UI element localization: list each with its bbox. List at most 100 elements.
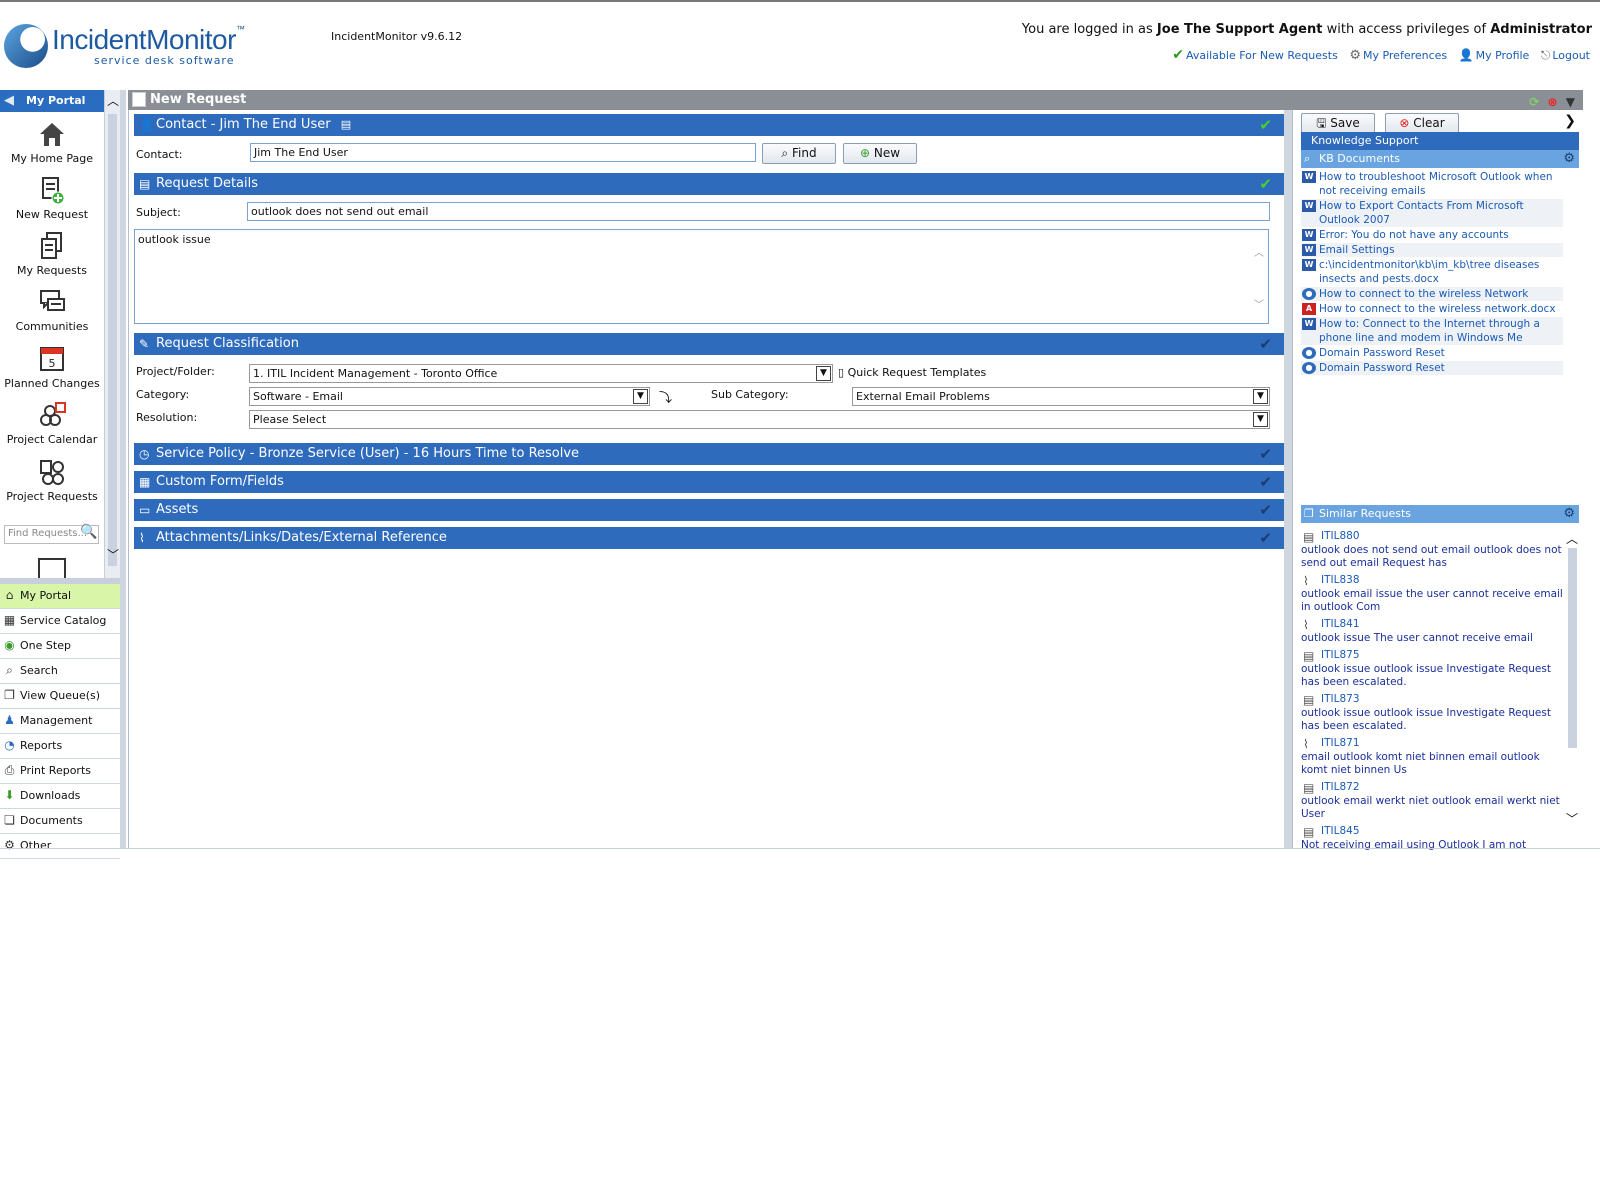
contact-section-header[interactable]: 👤 Contact - Jim The End User ▤ ✔ <box>134 114 1284 136</box>
refresh-icon[interactable]: ⟳ <box>1529 95 1539 109</box>
clock-icon: ◷ <box>139 447 150 461</box>
kb-document[interactable]: ● How to connect to the wireless Network <box>1301 287 1563 301</box>
nav-my-portal[interactable]: ⌂ My Portal <box>0 584 120 609</box>
project-select[interactable]: 1. ITIL Incident Management - Toronto Of… <box>249 364 833 383</box>
resolution-label: Resolution: <box>136 411 198 424</box>
left-panel-scrollbar[interactable]: ︿ ﹀ <box>104 90 120 578</box>
kb-document[interactable]: W Email Settings <box>1301 243 1563 257</box>
portal-item-my-requests[interactable]: My Requests <box>0 230 104 277</box>
nav-downloads[interactable]: ⬇ Downloads <box>0 784 120 809</box>
kb-document[interactable]: W Error: You do not have any accounts <box>1301 228 1563 242</box>
scroll-thumb[interactable] <box>1568 548 1577 748</box>
similar-requests-header: ❐ Similar Requests ⚙ <box>1301 505 1579 523</box>
gear-icon[interactable]: ⚙ <box>1563 150 1575 168</box>
collapse-left-arrow-icon[interactable]: ◀ <box>4 90 14 112</box>
description-textarea[interactable]: outlook issue ︿ ﹀ <box>134 229 1269 324</box>
save-button[interactable]: 🖫 Save <box>1301 113 1375 134</box>
collapse-right-chevron-icon[interactable]: ❯ <box>1564 113 1576 129</box>
close-icon[interactable]: ⊗ <box>1548 95 1558 109</box>
category-select[interactable]: Software - Email ▼ <box>249 387 650 406</box>
custom-form-section-header[interactable]: ▦ Custom Form/Fields ✔ <box>134 471 1284 493</box>
project-requests-icon <box>40 460 64 485</box>
preferences-link[interactable]: My Preferences <box>1363 49 1447 62</box>
profile-link[interactable]: My Profile <box>1476 49 1530 62</box>
portal-item-home[interactable]: My Home Page <box>0 118 104 165</box>
kb-document[interactable]: A How to connect to the wireless network.… <box>1301 302 1563 316</box>
similar-request-id-link[interactable]: ▤ ITIL873 <box>1301 691 1563 707</box>
find-requests-search-icon[interactable]: 🔍 <box>80 524 97 540</box>
paperclip-icon: ⌇ <box>1303 737 1309 751</box>
scroll-down-chevron-icon[interactable]: ﹀ <box>1566 810 1578 827</box>
scroll-up-chevron-icon[interactable]: ︿ <box>1566 530 1578 547</box>
classification-section-header[interactable]: ✎ Request Classification ✔ <box>134 333 1284 355</box>
nav-search[interactable]: ⌕ Search <box>0 659 120 684</box>
drill-down-arrow-icon[interactable]: ⤵ <box>659 387 672 406</box>
right-splitter[interactable] <box>1284 110 1292 848</box>
similar-request-id-link[interactable]: ⌇ ITIL871 <box>1301 735 1563 751</box>
chevron-down-icon[interactable]: ▼ <box>1253 389 1268 404</box>
scroll-up-chevron-icon[interactable]: ︿ <box>107 92 119 109</box>
similar-request-id-link[interactable]: ▤ ITIL880 <box>1301 528 1563 544</box>
nav-one-step[interactable]: ◉ One Step <box>0 634 120 659</box>
download-icon: ⬇ <box>4 788 15 802</box>
chevron-down-icon[interactable]: ▼ <box>1566 95 1575 109</box>
nav-documents[interactable]: ❏ Documents <box>0 809 120 834</box>
nav-other[interactable]: ⚙ Other <box>0 834 120 859</box>
contact-input[interactable]: Jim The End User <box>250 143 756 162</box>
nav-print-reports[interactable]: ⎙ Print Reports <box>0 759 120 784</box>
kb-document[interactable]: ● Domain Password Reset <box>1301 361 1563 375</box>
portal-item-planned-changes[interactable]: 5 Planned Changes <box>0 343 104 390</box>
textarea-scroll-up-icon[interactable]: ︿ <box>1254 244 1264 259</box>
kb-document[interactable]: W How to troubleshoot Microsoft Outlook w… <box>1301 170 1563 198</box>
chevron-down-icon[interactable]: ▼ <box>633 389 648 404</box>
portal-item-communities[interactable]: Communities <box>0 286 104 333</box>
similar-requests-scrollbar[interactable]: ︿ ﹀ <box>1565 528 1579 828</box>
nav-view-queues[interactable]: ❐ View Queue(s) <box>0 684 120 709</box>
user-doc-icon: ● <box>1302 362 1316 374</box>
service-policy-section-header[interactable]: ◷ Service Policy - Bronze Service (User)… <box>134 443 1284 465</box>
request-details-section-header[interactable]: ▤ Request Details ✔ <box>134 173 1284 195</box>
logout-link[interactable]: Logout <box>1552 49 1590 62</box>
new-request-form: 👤 Contact - Jim The End User ▤ ✔ Contact… <box>128 110 1284 848</box>
main-navigation: ⌂ My Portal ▦ Service Catalog ◉ One Step ⌕ S… <box>0 584 120 859</box>
kb-document[interactable]: ● Domain Password Reset <box>1301 346 1563 360</box>
nav-management[interactable]: ♟ Management <box>0 709 120 734</box>
scroll-down-chevron-icon[interactable]: ﹀ <box>107 546 119 563</box>
chevron-down-icon[interactable]: ▼ <box>1253 412 1268 427</box>
attachments-section-header[interactable]: ⌇ Attachments/Links/Dates/External Refer… <box>134 527 1284 549</box>
paperclip-icon: ⌇ <box>1303 618 1309 632</box>
clear-button[interactable]: ⊗ Clear <box>1385 113 1459 134</box>
subject-input[interactable]: outlook does not send out email <box>247 202 1270 221</box>
gear-icon[interactable]: ⚙ <box>1563 505 1575 523</box>
similar-request-id-link[interactable]: ⌇ ITIL841 <box>1301 616 1563 632</box>
resolution-select[interactable]: Please Select ▼ <box>249 410 1270 429</box>
section-complete-check-icon: ✔ <box>1259 116 1272 134</box>
kb-document[interactable]: W How to: Connect to the Internet through… <box>1301 317 1563 345</box>
scroll-thumb[interactable] <box>108 114 117 566</box>
nav-service-catalog[interactable]: ▦ Service Catalog <box>0 609 120 634</box>
similar-request-id-link[interactable]: ▤ ITIL845 <box>1301 823 1563 839</box>
portal-item-new-request[interactable]: New Request <box>0 174 104 221</box>
left-panel-title[interactable]: ◀ My Portal <box>0 90 104 112</box>
assets-section-header[interactable]: ▭ Assets ✔ <box>134 499 1284 521</box>
kb-document[interactable]: Wc:\incidentmonitor\kb\im_kb\tree diseas… <box>1301 258 1563 286</box>
document-icon: ▤ <box>1303 649 1315 663</box>
available-link[interactable]: Available For New Requests <box>1186 49 1338 62</box>
service-policy-title: Service Policy - Bronze Service (User) -… <box>156 446 580 461</box>
kb-document[interactable]: W How to Export Contacts From Microsoft O… <box>1301 199 1563 227</box>
similar-request-id-link[interactable]: ⌇ ITIL838 <box>1301 572 1563 588</box>
new-contact-button[interactable]: ⊕ New <box>843 143 917 164</box>
similar-request-id-link[interactable]: ▤ ITIL872 <box>1301 779 1563 795</box>
textarea-scroll-down-icon[interactable]: ﹀ <box>1254 296 1264 311</box>
similar-request-text: outlook does not send out email outlook … <box>1301 544 1562 569</box>
find-contact-button[interactable]: ⌕ Find <box>762 143 836 164</box>
similar-request-id-link[interactable]: ▤ ITIL875 <box>1301 647 1563 663</box>
nav-reports[interactable]: ◔ Reports <box>0 734 120 759</box>
contact-card-icon[interactable]: ▤ <box>341 118 351 131</box>
left-splitter[interactable] <box>120 90 126 848</box>
quick-templates-link[interactable]: ▯ Quick Request Templates <box>838 366 986 379</box>
portal-item-project-calendar[interactable]: Project Calendar <box>0 399 104 446</box>
subcategory-select[interactable]: External Email Problems ▼ <box>852 387 1270 406</box>
portal-item-project-requests[interactable]: Project Requests <box>0 456 104 503</box>
chevron-down-icon[interactable]: ▼ <box>816 366 831 381</box>
